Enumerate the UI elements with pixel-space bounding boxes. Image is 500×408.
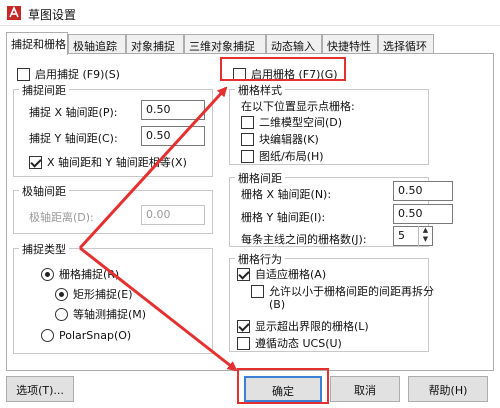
iso-snap-row[interactable]: 等轴测捕捉(M) [55,306,146,322]
grid-enable-highlight [220,57,346,81]
subdivide-checkbox[interactable] [251,284,264,298]
grid-behavior-title: 栅格行为 [235,251,285,267]
tab-object-snap[interactable]: 对象捕捉 [126,34,184,54]
subdivide-label: 允许以小于栅格间距的间距再拆分 [269,285,434,298]
snap-x-label: 捕捉 X 轴间距(P): [29,106,118,119]
snap-x-spacing-input[interactable]: 0.50 [141,100,205,120]
cancel-button[interactable]: 取消 [330,376,400,402]
help-button[interactable]: 帮助(H) [408,376,488,402]
follow-ucs-checkbox[interactable] [237,336,250,350]
adaptive-grid-checkbox[interactable] [237,267,250,281]
grid-style-caption: 在以下位置显示点栅格: [241,100,355,113]
beyond-limits-row[interactable]: 显示超出界限的栅格(L) [237,318,369,334]
model-space-row[interactable]: 二维模型空间(D) [241,114,342,130]
adaptive-grid-label: 自适应栅格(A) [255,268,327,281]
snap-grid-panel: 启用捕捉 (F9)(S) 捕捉间距 捕捉 X 轴间距(P): 0.50 捕捉 Y… [6,53,494,371]
subdivide-key: (B) [269,298,286,311]
spin-down-icon[interactable]: ▼ [419,235,432,244]
rect-snap-radio[interactable] [55,287,68,301]
polar-distance-label: 极轴距离(D): [29,211,94,224]
snap-type-title: 捕捉类型 [19,241,69,257]
tab-dynamic-input[interactable]: 动态输入 [266,34,322,54]
polar-snap-label: PolarSnap(O) [59,328,132,342]
polar-snap-row[interactable]: PolarSnap(O) [41,328,131,342]
ok-button-highlight [237,368,329,404]
app-icon [7,6,21,20]
subdivide-row[interactable]: 允许以小于栅格间距的间距再拆分 [251,283,434,299]
block-editor-checkbox[interactable] [241,132,254,146]
rect-snap-label: 矩形捕捉(E) [73,288,133,301]
model-space-checkbox[interactable] [241,115,254,129]
tab-snap-and-grid[interactable]: 捕捉和栅格 [6,32,68,55]
sheet-layout-checkbox[interactable] [241,149,254,163]
beyond-limits-label: 显示超出界限的栅格(L) [255,320,369,333]
grid-y-spacing-input[interactable]: 0.50 [393,204,453,224]
block-editor-row[interactable]: 块编辑器(K) [241,131,319,147]
grid-x-label: 栅格 X 轴间距(N): [241,188,332,201]
grid-spacing-title: 栅格间距 [235,170,285,186]
polar-distance-input[interactable]: 0.00 [141,205,205,225]
snap-equal-label: X 轴间距和 Y 轴间距相等(X) [47,156,187,169]
follow-ucs-row[interactable]: 遵循动态 UCS(U) [237,335,342,351]
grid-snap-radio[interactable] [41,267,54,281]
model-space-label: 二维模型空间(D) [259,116,343,129]
polar-snap-radio[interactable] [41,328,54,342]
grid-snap-label: 栅格捕捉(R) [59,268,120,281]
tab-3d-object-snap[interactable]: 三维对象捕捉 [184,34,266,54]
snap-y-label: 捕捉 Y 轴间距(C): [29,132,118,145]
snap-spacing-title: 捕捉间距 [19,82,69,98]
major-line-label: 每条主线之间的栅格数(J): [241,233,367,246]
rect-snap-row[interactable]: 矩形捕捉(E) [55,286,133,302]
snap-y-spacing-input[interactable]: 0.50 [141,126,205,146]
adaptive-grid-row[interactable]: 自适应栅格(A) [237,266,326,282]
sheet-layout-label: 图纸/布局(H) [259,150,324,163]
sheet-layout-row[interactable]: 图纸/布局(H) [241,148,324,164]
major-line-spinner[interactable]: ▲ ▼ [418,226,432,246]
grid-y-label: 栅格 Y 轴间距(I): [241,211,326,224]
options-button[interactable]: 选项(T)... [6,376,74,402]
block-editor-label: 块编辑器(K) [259,133,319,146]
snap-equal-checkbox[interactable] [29,155,42,169]
window-title: 草图设置 [28,8,77,22]
iso-snap-label: 等轴测捕捉(M) [73,308,147,321]
follow-ucs-label: 遵循动态 UCS(U) [255,337,342,350]
title-bar: 草图设置 [0,0,500,26]
iso-snap-radio[interactable] [55,307,68,321]
tab-polar-tracking[interactable]: 极轴追踪 [68,34,126,54]
enable-snap-checkbox[interactable] [17,67,30,81]
tab-quick-properties[interactable]: 快捷特性 [322,34,378,54]
tab-selection-cycling[interactable]: 选择循环 [378,34,434,54]
grid-x-spacing-input[interactable]: 0.50 [393,181,453,201]
grid-snap-row[interactable]: 栅格捕捉(R) [41,266,119,282]
beyond-limits-checkbox[interactable] [237,319,250,333]
spin-up-icon[interactable]: ▲ [419,226,432,235]
polar-spacing-title: 极轴间距 [19,183,69,199]
enable-snap-row[interactable]: 启用捕捉 (F9)(S) [17,66,120,82]
major-line-value: 5 [398,229,405,242]
enable-snap-label: 启用捕捉 (F9)(S) [35,68,120,81]
grid-style-title: 栅格样式 [235,82,285,98]
snap-equal-row[interactable]: X 轴间距和 Y 轴间距相等(X) [29,154,187,170]
